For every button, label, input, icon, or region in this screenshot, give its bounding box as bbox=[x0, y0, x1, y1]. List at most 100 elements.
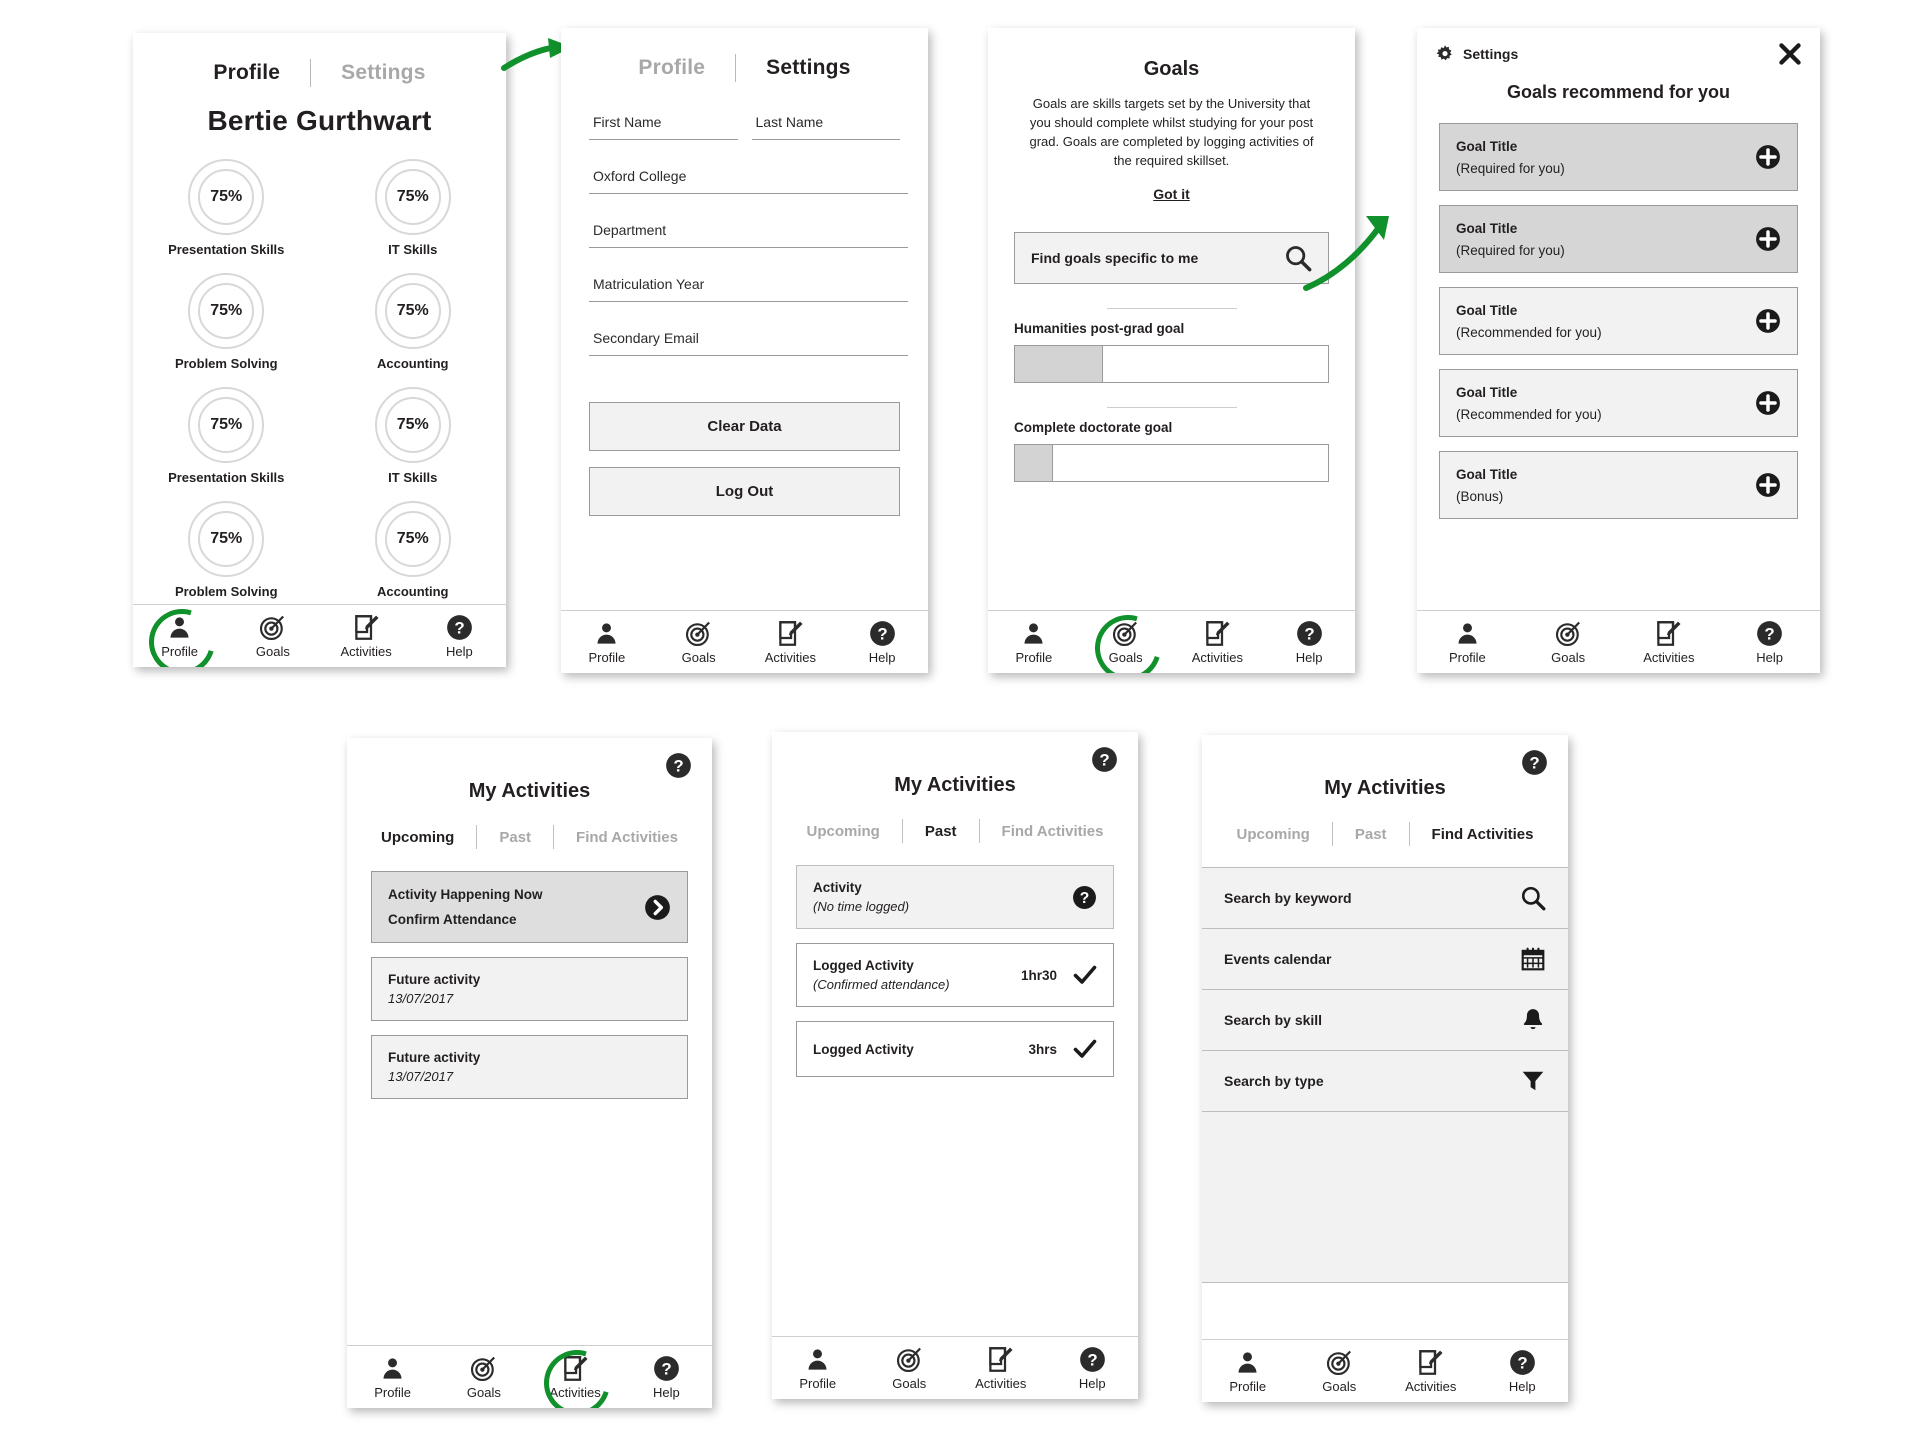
skill-card[interactable]: 75% Accounting bbox=[320, 501, 507, 599]
tab-profile[interactable]: Profile bbox=[183, 61, 310, 85]
first-name-field[interactable]: First Name bbox=[589, 108, 738, 140]
nav-item-profile[interactable]: Profile bbox=[347, 1355, 438, 1400]
nav-item-profile[interactable]: Profile bbox=[772, 1346, 864, 1391]
nav-item-profile[interactable]: Profile bbox=[133, 597, 227, 667]
nav-item-goals[interactable]: Goals bbox=[1294, 1349, 1386, 1394]
department-field[interactable]: Department bbox=[589, 216, 908, 248]
name-row: First Name Last Name bbox=[589, 108, 900, 140]
chevron-right-circle-icon[interactable] bbox=[644, 894, 671, 921]
nav-item-help[interactable]: ? Help bbox=[1263, 620, 1355, 665]
nav-item-goals[interactable]: Goals bbox=[226, 614, 319, 659]
skill-card[interactable]: 75% Presentation Skills bbox=[133, 159, 320, 257]
nav-item-goals[interactable]: Goals bbox=[653, 620, 745, 665]
log-out-button[interactable]: Log Out bbox=[589, 467, 900, 516]
tab-upcoming[interactable]: Upcoming bbox=[785, 823, 902, 840]
nav-item-goals[interactable]: Goals bbox=[1518, 620, 1619, 665]
got-it-link[interactable]: Got it bbox=[988, 186, 1355, 202]
skill-card[interactable]: 75% Presentation Skills bbox=[133, 387, 320, 485]
activity-card[interactable]: Future activity 13/07/2017 bbox=[371, 1035, 688, 1099]
search-icon[interactable] bbox=[1520, 885, 1546, 911]
nav-item-activities[interactable]: Activities bbox=[955, 1346, 1047, 1391]
nav-item-help[interactable]: ? Help bbox=[1719, 620, 1820, 665]
nav-item-activities[interactable]: Activities bbox=[1619, 620, 1720, 665]
goal-recommend-item[interactable]: Goal Title (Recommended for you) bbox=[1439, 287, 1798, 355]
skill-card[interactable]: 75% Problem Solving bbox=[133, 273, 320, 371]
nav-item-activities[interactable]: Activities bbox=[320, 614, 413, 659]
question-circle-icon[interactable]: ? bbox=[665, 752, 692, 779]
nav-item-activities[interactable]: Activities bbox=[1172, 620, 1264, 665]
help-button[interactable]: ? bbox=[665, 752, 692, 784]
tab-upcoming[interactable]: Upcoming bbox=[1215, 826, 1332, 843]
tab-past[interactable]: Past bbox=[903, 823, 979, 840]
help-button[interactable]: ? bbox=[1091, 746, 1118, 778]
search-icon[interactable] bbox=[1284, 244, 1312, 272]
goal-recommend-item[interactable]: Goal Title (Required for you) bbox=[1439, 123, 1798, 191]
tab-find-activities[interactable]: Find Activities bbox=[980, 823, 1126, 840]
nav-item-profile[interactable]: Profile bbox=[988, 620, 1080, 665]
search-by-type-row[interactable]: Search by type bbox=[1202, 1050, 1568, 1112]
nav-item-activities[interactable]: Activities bbox=[1385, 1349, 1477, 1394]
nav-item-help[interactable]: ? Help bbox=[621, 1355, 712, 1400]
goal-recommend-item[interactable]: Goal Title (Bonus) bbox=[1439, 451, 1798, 519]
plus-circle-icon[interactable] bbox=[1755, 390, 1781, 416]
calendar-icon[interactable] bbox=[1520, 946, 1546, 972]
nav-item-activities[interactable]: Activities bbox=[745, 620, 837, 665]
goal-recommend-item[interactable]: Goal Title (Recommended for you) bbox=[1439, 369, 1798, 437]
nav-item-goals[interactable]: Goals bbox=[438, 1355, 529, 1400]
tab-past[interactable]: Past bbox=[1333, 826, 1409, 843]
question-circle-icon[interactable]: ? bbox=[1091, 746, 1118, 773]
nav-item-activities[interactable]: Activities bbox=[530, 1338, 622, 1408]
question-circle-icon[interactable]: ? bbox=[1521, 749, 1548, 776]
tab-profile[interactable]: Profile bbox=[608, 56, 735, 80]
last-name-field[interactable]: Last Name bbox=[751, 108, 900, 140]
settings-entry[interactable]: Settings bbox=[1435, 44, 1518, 64]
secondary-email-field[interactable]: Secondary Email bbox=[589, 324, 908, 356]
question-circle-icon[interactable]: ? bbox=[1072, 885, 1097, 910]
nav-item-profile[interactable]: Profile bbox=[1417, 620, 1518, 665]
skill-card[interactable]: 75% IT Skills bbox=[320, 159, 507, 257]
activity-card[interactable]: Logged Activity 3hrs bbox=[796, 1021, 1114, 1077]
nav-item-profile[interactable]: Profile bbox=[1202, 1349, 1294, 1394]
activity-list: Activity (No time logged) ? Logged Activ… bbox=[772, 865, 1138, 1077]
nav-label: Profile bbox=[1015, 649, 1053, 665]
plus-circle-icon[interactable] bbox=[1755, 226, 1781, 252]
funnel-icon[interactable] bbox=[1520, 1068, 1546, 1094]
search-by-keyword-row[interactable]: Search by keyword bbox=[1202, 867, 1568, 929]
nav-item-help[interactable]: ? Help bbox=[1047, 1346, 1139, 1391]
nav-item-help[interactable]: ? Help bbox=[836, 620, 928, 665]
goal-recommend-item[interactable]: Goal Title (Required for you) bbox=[1439, 205, 1798, 273]
nav-item-profile[interactable]: Profile bbox=[561, 620, 653, 665]
nav-item-goals[interactable]: Goals bbox=[864, 1346, 956, 1391]
skill-card[interactable]: 75% Accounting bbox=[320, 273, 507, 371]
skill-card[interactable]: 75% Problem Solving bbox=[133, 501, 320, 599]
gear-icon[interactable] bbox=[1435, 44, 1455, 64]
clear-data-button[interactable]: Clear Data bbox=[589, 402, 900, 451]
matriculation-year-field[interactable]: Matriculation Year bbox=[589, 270, 908, 302]
help-button[interactable]: ? bbox=[1521, 749, 1548, 781]
skill-card[interactable]: 75% IT Skills bbox=[320, 387, 507, 485]
nav-item-help[interactable]: ? Help bbox=[413, 614, 506, 659]
college-field[interactable]: Oxford College bbox=[589, 162, 908, 194]
find-goals-search[interactable]: Find goals specific to me bbox=[1014, 232, 1329, 285]
search-by-skill-row[interactable]: Search by skill bbox=[1202, 989, 1568, 1051]
bell-icon[interactable] bbox=[1520, 1007, 1546, 1033]
activity-card[interactable]: Future activity 13/07/2017 bbox=[371, 957, 688, 1021]
tab-settings[interactable]: Settings bbox=[736, 56, 880, 80]
tab-find-activities[interactable]: Find Activities bbox=[1410, 826, 1556, 843]
skill-progress-ring: 75% bbox=[374, 387, 451, 463]
activity-card[interactable]: Activity (No time logged) ? bbox=[796, 865, 1114, 929]
nav-item-help[interactable]: ? Help bbox=[1477, 1349, 1569, 1394]
events-calendar-row[interactable]: Events calendar bbox=[1202, 928, 1568, 990]
activity-card-now[interactable]: Activity Happening Now Confirm Attendanc… bbox=[371, 871, 688, 943]
bottom-nav: Profile Goals Activities ? Help bbox=[347, 1338, 712, 1408]
nav-item-goals[interactable]: Goals bbox=[1080, 603, 1173, 673]
tab-upcoming[interactable]: Upcoming bbox=[359, 829, 476, 846]
plus-circle-icon[interactable] bbox=[1755, 472, 1781, 498]
plus-circle-icon[interactable] bbox=[1755, 308, 1781, 334]
tab-settings[interactable]: Settings bbox=[311, 61, 455, 85]
tab-past[interactable]: Past bbox=[477, 829, 553, 846]
plus-circle-icon[interactable] bbox=[1755, 144, 1781, 170]
close-icon[interactable] bbox=[1778, 42, 1802, 66]
tab-find-activities[interactable]: Find Activities bbox=[554, 829, 700, 846]
activity-card[interactable]: Logged Activity (Confirmed attendance) 1… bbox=[796, 943, 1114, 1007]
